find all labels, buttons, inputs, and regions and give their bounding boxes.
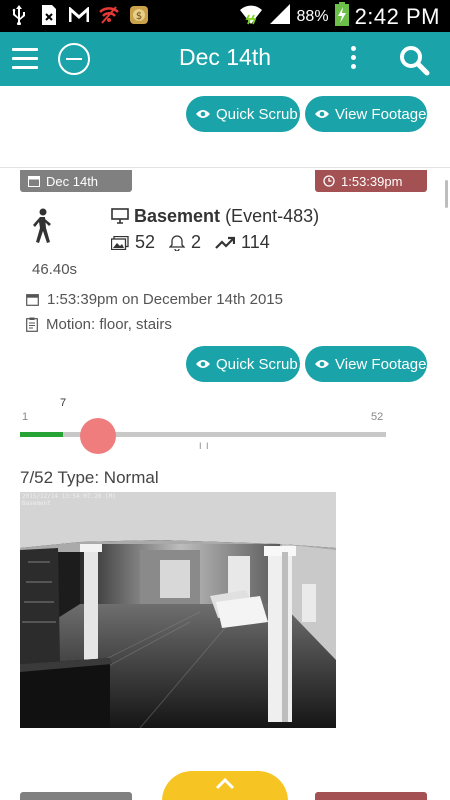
- event-cause: Motion: floor, stairs: [46, 316, 172, 333]
- alarm-count: 2: [191, 232, 202, 252]
- slider-ticks: I I: [199, 441, 210, 451]
- bell-icon: [169, 234, 186, 251]
- sim-blocked-icon: [38, 4, 60, 26]
- app-bar: Dec 14th: [0, 32, 450, 86]
- signal-icon: [269, 3, 291, 30]
- eye-icon: [315, 110, 329, 118]
- gmail-icon: [68, 4, 90, 26]
- event-stats: 52 2 114: [111, 232, 284, 253]
- monitor-icon: [111, 208, 129, 224]
- time-tag: 1:53:39pm: [315, 170, 427, 192]
- quick-scrub-button[interactable]: Quick Scrub: [186, 346, 300, 382]
- status-time: 2:42 PM: [354, 3, 440, 29]
- camera-frame-picture: [20, 492, 336, 728]
- event-id: (Event-483): [225, 206, 320, 226]
- camera-timestamp-overlay: 2015/12/14 13:54:07.20 (M) Basement: [22, 493, 116, 507]
- view-footage-button[interactable]: View Footage: [305, 346, 427, 382]
- monitor-name: Basement: [134, 206, 221, 226]
- scrubber-fill: [20, 432, 64, 437]
- scrubber-track[interactable]: [20, 432, 386, 437]
- coin-app-icon: $: [128, 4, 150, 26]
- slider-min-label: 1: [22, 411, 29, 423]
- event-datetime-row: 1:53:39pm on December 14th 2015: [26, 291, 283, 308]
- overlay-line-1: 2015/12/14 13:54:07.20 (M): [22, 493, 116, 500]
- view-footage-button-top[interactable]: View Footage: [305, 96, 427, 132]
- usb-icon: [8, 4, 30, 26]
- time-tag-label: 1:53:39pm: [341, 173, 403, 189]
- slider-current-value: 7: [60, 397, 67, 409]
- chevron-up-icon: [215, 777, 235, 790]
- quick-scrub-button-top[interactable]: Quick Scrub: [186, 96, 300, 132]
- scrubber-handle[interactable]: [80, 418, 117, 454]
- scrollbar[interactable]: [445, 180, 448, 208]
- view-footage-label: View Footage: [335, 355, 427, 373]
- wifi-off-icon: [98, 4, 120, 26]
- card-divider: [0, 167, 450, 168]
- eye-icon: [196, 360, 210, 368]
- event-duration: 46.40s: [32, 261, 78, 278]
- quick-scrub-label: Quick Scrub: [216, 105, 298, 123]
- event-score: 114: [241, 232, 270, 252]
- clipboard-icon: [26, 317, 38, 332]
- calendar-icon: [26, 294, 39, 306]
- view-footage-label: View Footage: [335, 105, 427, 123]
- camera-frame-image[interactable]: 2015/12/14 13:54:07.20 (M) Basement: [20, 492, 336, 728]
- images-icon: [111, 235, 129, 250]
- search-icon[interactable]: [398, 44, 430, 76]
- person-walking-icon: [33, 208, 51, 243]
- eye-icon: [315, 360, 329, 368]
- page-title: Dec 14th: [178, 44, 272, 70]
- event-cause-row: Motion: floor, stairs: [26, 316, 172, 333]
- calendar-icon: [28, 176, 40, 187]
- date-tag: Dec 14th: [20, 170, 132, 192]
- frame-label: 7/52 Type: Normal: [20, 468, 159, 487]
- status-bar: $ 88% 2:42 PM: [0, 0, 450, 32]
- frame-count: 52: [135, 232, 156, 252]
- svg-text:$: $: [136, 11, 142, 22]
- battery-percent: 88%: [296, 7, 329, 25]
- event-datetime: 1:53:39pm on December 14th 2015: [47, 291, 283, 308]
- slider-max-label: 52: [371, 411, 384, 423]
- overlay-line-2: Basement: [22, 500, 51, 507]
- trending-up-icon: [215, 236, 236, 249]
- date-tag-label: Dec 14th: [46, 173, 99, 189]
- next-time-tag: [315, 792, 427, 800]
- scroll-up-button[interactable]: [162, 771, 288, 800]
- wifi-icon: [239, 3, 263, 30]
- next-date-tag: [20, 792, 132, 800]
- eye-icon: [196, 110, 210, 118]
- clock-icon: [323, 175, 335, 187]
- more-vert-icon[interactable]: [346, 46, 360, 74]
- quick-scrub-label: Quick Scrub: [216, 355, 298, 373]
- event-title: Basement (Event-483): [134, 206, 319, 227]
- battery-charging-icon: [334, 2, 349, 31]
